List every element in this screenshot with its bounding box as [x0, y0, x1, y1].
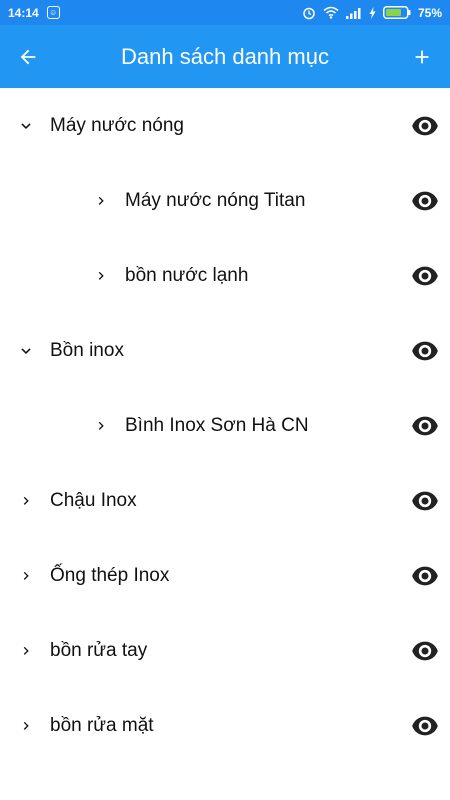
alarm-icon — [303, 7, 315, 19]
category-row[interactable]: Máy nước nóng Titan — [0, 163, 450, 238]
category-row[interactable]: Máy nước nóng — [0, 88, 450, 163]
category-label: bồn nước lạnh — [125, 264, 249, 286]
eye-icon[interactable] — [410, 339, 440, 363]
signal-icon — [345, 7, 361, 19]
battery-percent: 75% — [417, 5, 442, 20]
category-label: bồn rửa tay — [50, 639, 148, 661]
chevron-right-icon[interactable] — [14, 639, 38, 663]
eye-icon[interactable] — [410, 114, 440, 138]
category-row[interactable]: Bồn inox — [0, 313, 450, 388]
chevron-right-icon[interactable] — [89, 264, 113, 288]
category-row[interactable]: Bình Inox Sơn Hà CN — [0, 388, 450, 463]
android-notification-icon: ☺ — [46, 6, 60, 19]
page-title: Danh sách danh mục — [121, 43, 329, 69]
status-time: 14:14 — [8, 5, 39, 20]
category-label: Máy nước nóng Titan — [125, 189, 306, 211]
eye-icon[interactable] — [410, 414, 440, 438]
chevron-down-icon[interactable] — [14, 114, 38, 138]
category-row[interactable]: Ống thép Inox — [0, 538, 450, 613]
app-bar: Danh sách danh mục — [0, 25, 450, 88]
category-label: Bình Inox Sơn Hà CN — [125, 414, 309, 436]
category-row[interactable]: bồn nước lạnh — [0, 238, 450, 313]
category-label: Chậu Inox — [50, 489, 137, 511]
chevron-right-icon[interactable] — [89, 189, 113, 213]
category-label: Bồn inox — [50, 339, 124, 361]
chevron-down-icon[interactable] — [14, 339, 38, 363]
category-row[interactable]: bồn rửa tay — [0, 613, 450, 688]
eye-icon[interactable] — [410, 639, 440, 663]
charging-icon — [369, 6, 376, 19]
status-icons: 75% — [302, 6, 442, 20]
chevron-right-icon[interactable] — [89, 414, 113, 438]
category-row[interactable]: bồn rửa mặt — [0, 688, 450, 763]
eye-icon[interactable] — [410, 264, 440, 288]
category-label: bồn rửa mặt — [50, 714, 154, 736]
eye-icon[interactable] — [410, 489, 440, 513]
category-label: Ống thép Inox — [50, 564, 170, 586]
category-list: Máy nước nóng Máy nước nóng Titan bồn nước… — [0, 88, 450, 763]
category-label: Máy nước nóng — [50, 114, 184, 136]
category-row[interactable]: Chậu Inox — [0, 463, 450, 538]
chevron-right-icon[interactable] — [14, 489, 38, 513]
eye-icon[interactable] — [410, 564, 440, 588]
wifi-icon — [323, 6, 339, 19]
status-bar: 14:14 ☺ 75% — [0, 0, 450, 25]
chevron-right-icon[interactable] — [14, 564, 38, 588]
add-category-button[interactable] — [394, 25, 450, 88]
battery-icon — [382, 6, 411, 19]
plus-icon — [415, 50, 429, 63]
eye-icon[interactable] — [410, 714, 440, 738]
chevron-right-icon[interactable] — [14, 714, 38, 738]
back-button[interactable] — [0, 25, 56, 88]
eye-icon[interactable] — [410, 189, 440, 213]
arrow-back-icon — [20, 49, 36, 64]
